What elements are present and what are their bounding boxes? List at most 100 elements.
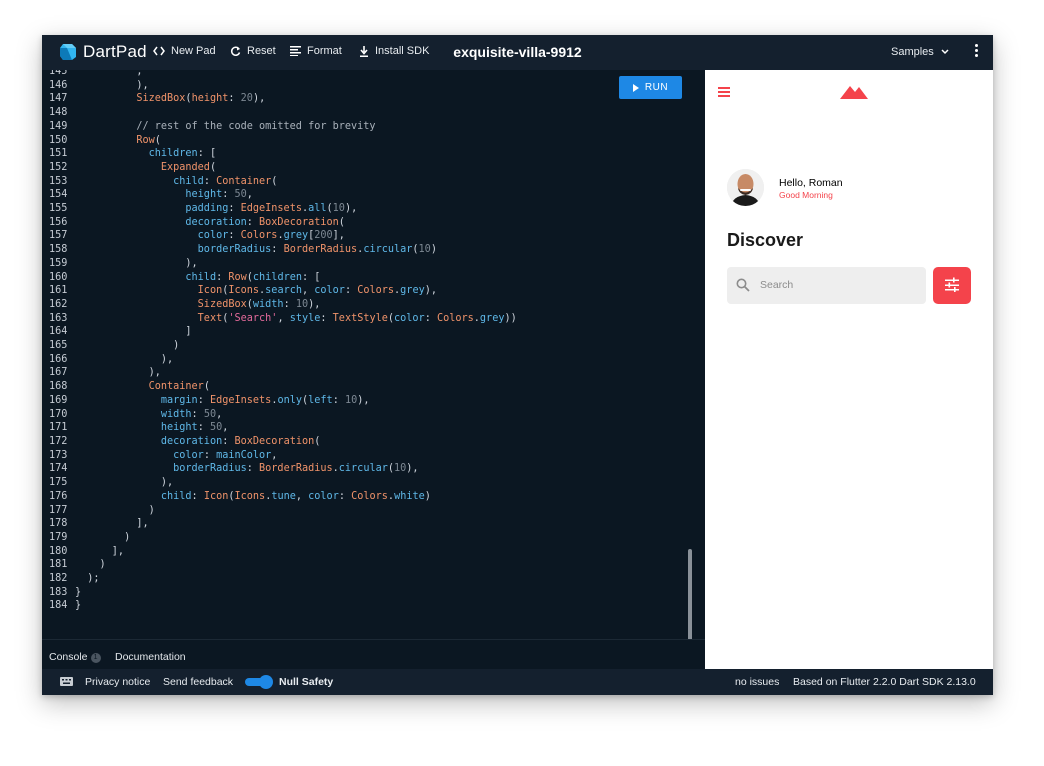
code-line[interactable]: 163 Text('Search', style: TextStyle(colo… <box>42 312 517 326</box>
code-line[interactable]: 164 ] <box>42 325 517 339</box>
samples-dropdown[interactable]: Samples <box>891 46 950 58</box>
code-line[interactable]: 174 borderRadius: BorderRadius.circular(… <box>42 462 517 476</box>
brand-name: DartPad <box>83 42 147 61</box>
kebab-menu-icon[interactable] <box>971 44 981 60</box>
line-number: 160 <box>49 271 68 283</box>
line-number: 145 <box>49 70 68 77</box>
code-line[interactable]: 173 color: mainColor, <box>42 449 517 463</box>
code-line[interactable]: 165 ) <box>42 339 517 353</box>
code-line[interactable]: 175 ), <box>42 476 517 490</box>
install-sdk-button[interactable]: Install SDK <box>359 45 429 57</box>
code-line[interactable]: 159 ), <box>42 257 517 271</box>
code-line[interactable]: 180 ], <box>42 545 517 559</box>
line-text: SizedBox(height: 20), <box>136 93 266 105</box>
line-number: 174 <box>49 463 68 475</box>
dartpad-window: DartPad New Pad Reset Format Install SDK… <box>42 35 993 695</box>
code-editor[interactable]: 145 , 146 ), 147 SizedBox(height: 20), 148 1… <box>42 70 705 639</box>
send-feedback-link[interactable]: Send feedback <box>163 676 233 688</box>
mountain-logo-icon <box>840 86 868 99</box>
line-text: height: 50, <box>160 422 229 434</box>
reset-button[interactable]: Reset <box>230 45 276 57</box>
run-button[interactable]: RUN <box>619 76 682 99</box>
code-line[interactable]: 176 child: Icon(Icons.tune, color: Color… <box>42 490 517 504</box>
line-text: ) <box>75 531 131 543</box>
sdk-version: Based on Flutter 2.2.0 Dart SDK 2.13.0 <box>793 676 976 688</box>
line-text: borderRadius: BorderRadius.circular(10) <box>197 244 437 256</box>
code-line[interactable]: 148 <box>42 106 517 120</box>
code-line[interactable]: 162 SizedBox(width: 10), <box>42 298 517 312</box>
code-line[interactable]: 179 ) <box>42 531 517 545</box>
console-count-badge: 1 <box>90 653 101 663</box>
line-number: 171 <box>49 422 68 434</box>
line-text: Row( <box>136 134 161 146</box>
code-line[interactable]: 157 color: Colors.grey[200], <box>42 229 517 243</box>
line-text: height: 50, <box>185 189 253 201</box>
line-text: padding: EdgeInsets.all(10), <box>185 203 358 215</box>
code-line[interactable]: 183} <box>42 586 517 600</box>
line-text: child: Container( <box>173 175 278 187</box>
code-line[interactable]: 150 Row( <box>42 134 517 148</box>
hello-text: Hello, Roman <box>779 177 843 189</box>
line-number: 150 <box>49 134 68 146</box>
code-line[interactable]: 184} <box>42 599 517 613</box>
new-pad-button[interactable]: New Pad <box>153 45 216 57</box>
reset-label: Reset <box>247 45 276 57</box>
line-number: 147 <box>49 93 68 105</box>
code-line[interactable]: 172 decoration: BoxDecoration( <box>42 435 517 449</box>
line-text: ) <box>75 559 106 571</box>
code-line[interactable]: 170 width: 50, <box>42 408 517 422</box>
line-text: ), <box>75 79 149 91</box>
download-icon <box>360 45 368 57</box>
code-line[interactable]: 182 ); <box>42 572 517 586</box>
console-bar: Console 1 Documentation <box>42 639 705 670</box>
code-line[interactable]: 149 // rest of the code omitted for brev… <box>42 120 517 134</box>
code-line[interactable]: 178 ], <box>42 517 517 531</box>
code-line[interactable]: 156 decoration: BoxDecoration( <box>42 216 517 230</box>
code-line[interactable]: 147 SizedBox(height: 20), <box>42 92 517 106</box>
code-line[interactable]: 145 , <box>42 70 517 79</box>
hamburger-menu-icon[interactable] <box>718 87 730 99</box>
code-line[interactable]: 155 padding: EdgeInsets.all(10), <box>42 202 517 216</box>
code-line[interactable]: 181 ) <box>42 558 517 572</box>
null-safety-toggle[interactable] <box>245 675 273 689</box>
line-text: ], <box>75 545 125 557</box>
line-text: Icon(Icons.search, color: Colors.grey), <box>197 285 437 297</box>
discover-heading: Discover <box>727 230 804 250</box>
code-line[interactable]: 166 ), <box>42 353 517 367</box>
code-line[interactable]: 177 ) <box>42 504 517 518</box>
format-button[interactable]: Format <box>290 45 342 57</box>
privacy-notice-link[interactable]: Privacy notice <box>85 676 150 688</box>
code-lines[interactable]: 145 , 146 ), 147 SizedBox(height: 20), 148 1… <box>42 70 517 613</box>
code-line[interactable]: 160 child: Row(children: [ <box>42 271 517 285</box>
code-line[interactable]: 158 borderRadius: BorderRadius.circular(… <box>42 243 517 257</box>
code-line[interactable]: 152 Expanded( <box>42 161 517 175</box>
code-line[interactable]: 169 margin: EdgeInsets.only(left: 10), <box>42 394 517 408</box>
line-text: SizedBox(width: 10), <box>197 298 321 310</box>
line-text: color: mainColor, <box>173 449 278 461</box>
line-number: 184 <box>49 600 68 612</box>
line-number: 179 <box>49 531 68 543</box>
keyboard-icon[interactable] <box>60 677 73 686</box>
run-label: RUN <box>644 82 669 93</box>
line-number: 161 <box>49 285 68 297</box>
search-placeholder: Search <box>760 279 794 291</box>
code-line[interactable]: 161 Icon(Icons.search, color: Colors.gre… <box>42 284 517 298</box>
editor-scrollbar[interactable] <box>688 549 692 639</box>
console-tab[interactable]: Console 1 <box>49 651 101 663</box>
code-line[interactable]: 171 height: 50, <box>42 421 517 435</box>
code-line[interactable]: 168 Container( <box>42 380 517 394</box>
refresh-icon <box>230 46 241 56</box>
code-line[interactable]: 146 ), <box>42 79 517 93</box>
filter-button[interactable] <box>933 267 971 304</box>
line-text: borderRadius: BorderRadius.circular(10), <box>173 463 419 475</box>
code-line[interactable]: 151 children: [ <box>42 147 517 161</box>
code-line[interactable]: 154 height: 50, <box>42 188 517 202</box>
toggle-knob <box>259 675 273 689</box>
documentation-tab[interactable]: Documentation <box>115 651 186 663</box>
code-line[interactable]: 167 ), <box>42 366 517 380</box>
code-line[interactable]: 153 child: Container( <box>42 175 517 189</box>
brand[interactable]: DartPad <box>59 42 147 62</box>
line-number: 157 <box>49 230 68 242</box>
line-text: ], <box>75 518 149 530</box>
search-input[interactable]: Search <box>727 267 926 304</box>
